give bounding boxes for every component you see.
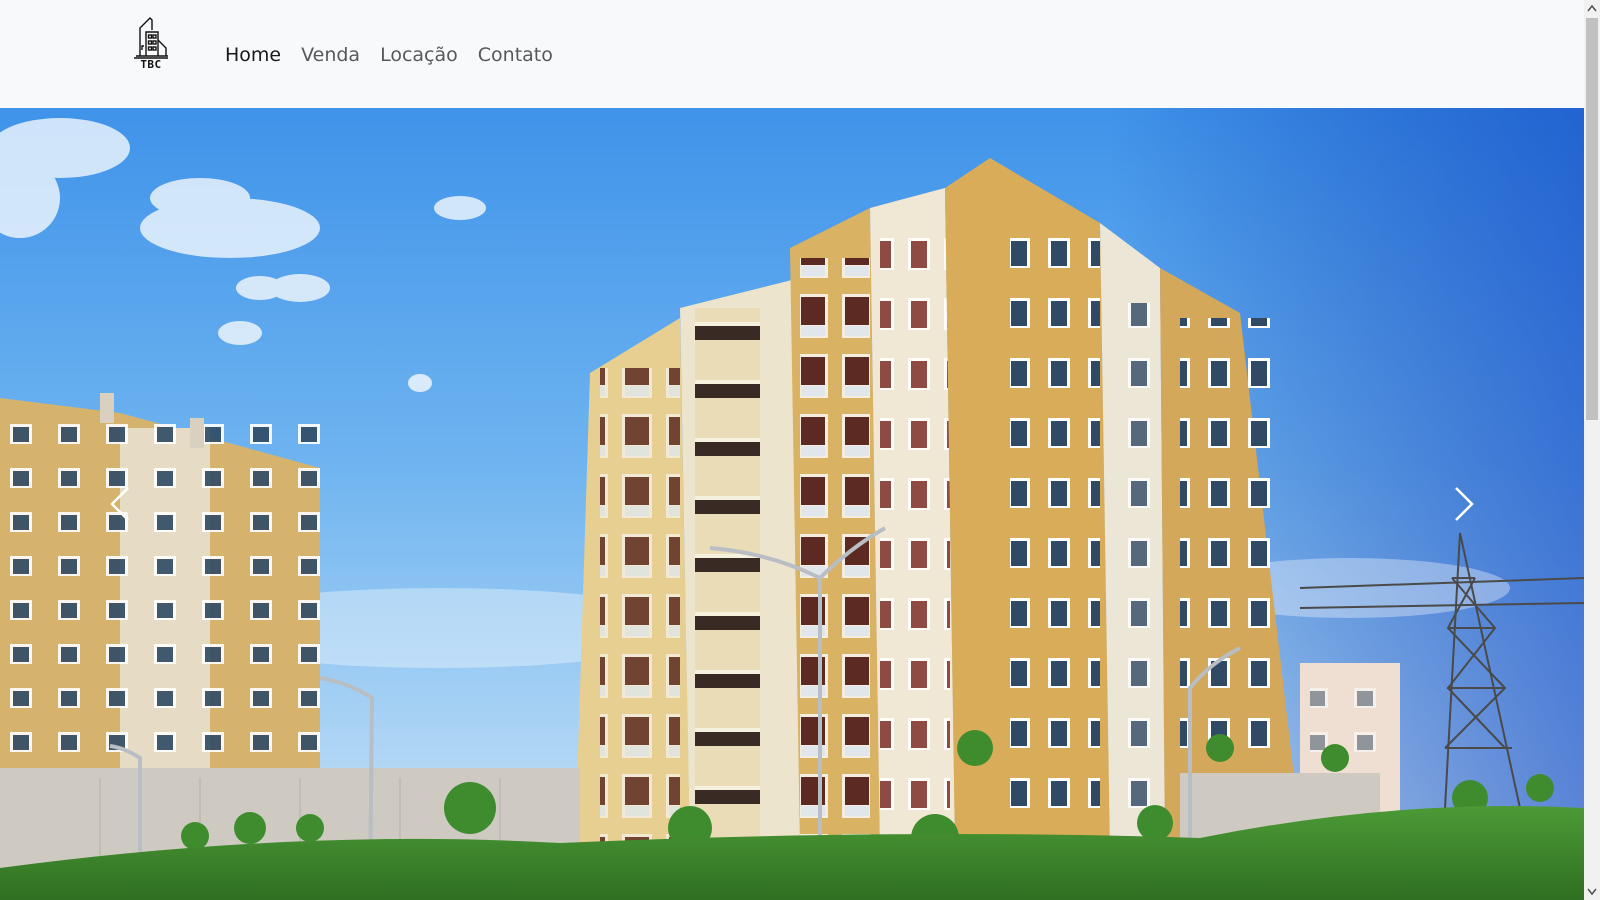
brand-logo[interactable]: TBC	[130, 16, 172, 76]
caret-down-icon	[1587, 888, 1597, 896]
brand-text: TBC	[140, 58, 162, 71]
chevron-right-icon	[1455, 487, 1474, 521]
carousel-prev-button[interactable]	[0, 108, 240, 900]
nav-link-home[interactable]: Home	[225, 40, 291, 70]
hero-carousel	[0, 108, 1584, 900]
carousel-next-button[interactable]	[1344, 108, 1584, 900]
page: TBC Home Venda Locação Contato	[0, 0, 1600, 900]
scroll-up-button[interactable]	[1584, 0, 1600, 16]
scroll-down-button[interactable]	[1584, 884, 1600, 900]
nav-links: Home Venda Locação Contato	[225, 40, 563, 70]
page-scrollbar[interactable]	[1584, 0, 1600, 900]
nav-link-contato[interactable]: Contato	[468, 40, 563, 70]
nav-link-venda[interactable]: Venda	[291, 40, 370, 70]
chevron-left-icon	[110, 487, 129, 521]
nav-link-locacao[interactable]: Locação	[370, 40, 468, 70]
caret-up-icon	[1587, 4, 1597, 12]
building-icon	[134, 17, 168, 59]
scroll-thumb[interactable]	[1586, 18, 1598, 420]
navbar: TBC Home Venda Locação Contato	[0, 0, 1584, 108]
